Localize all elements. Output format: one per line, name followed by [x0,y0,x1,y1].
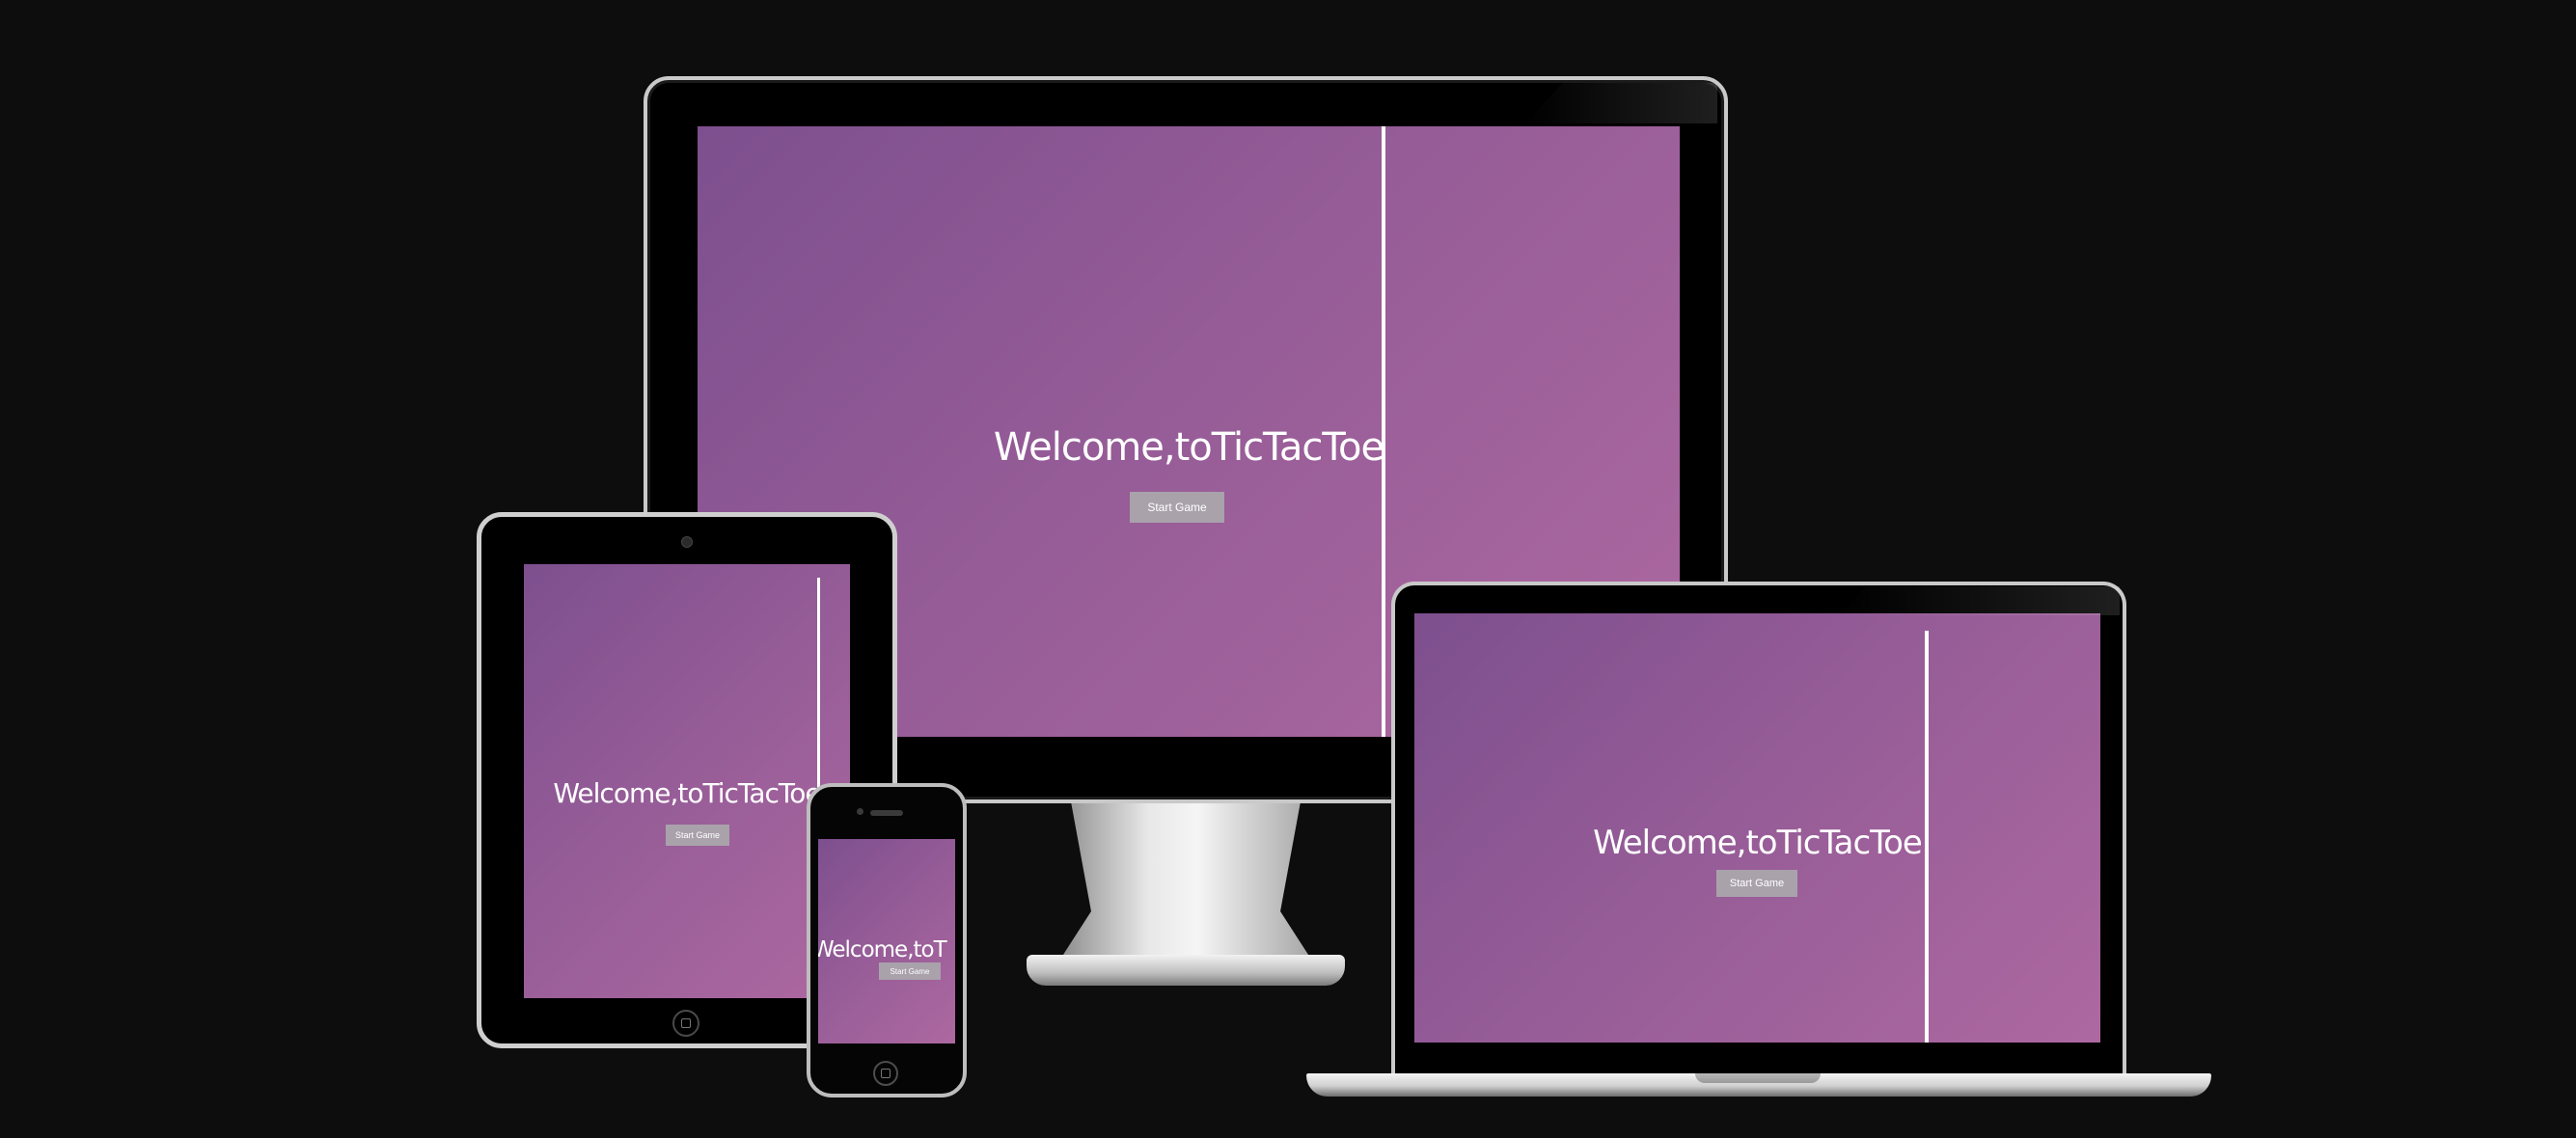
start-game-button[interactable]: Start Game [1716,870,1797,897]
home-button-icon[interactable] [873,1061,898,1086]
laptop-glare [1838,586,2120,615]
home-button-icon[interactable] [672,1010,699,1037]
start-game-button[interactable]: Start Game [1130,492,1224,523]
welcome-title: Welcome,toTicTacToe [553,777,821,809]
welcome-title: Welcome,toT [818,937,947,962]
laptop-trackpad-notch [1695,1073,1821,1083]
monitor-stand-neck [1061,803,1310,958]
tablet-screen: Welcome,toTicTacToe Start Game [524,564,850,998]
phone-camera-icon [857,808,863,815]
start-game-button[interactable]: Start Game [879,962,941,980]
phone-screen: Welcome,toT Start Game [818,839,955,1043]
phone-speaker-icon [870,810,903,816]
start-game-button[interactable]: Start Game [666,825,729,846]
tablet-camera-icon [681,536,693,548]
monitor-stand-foot [1027,955,1345,986]
welcome-title: Welcome,toTicTacToe [993,425,1384,470]
welcome-title: Welcome,toTicTacToe [1593,824,1923,862]
laptop-screen: Welcome,toTicTacToe Start Game [1414,613,2100,1043]
